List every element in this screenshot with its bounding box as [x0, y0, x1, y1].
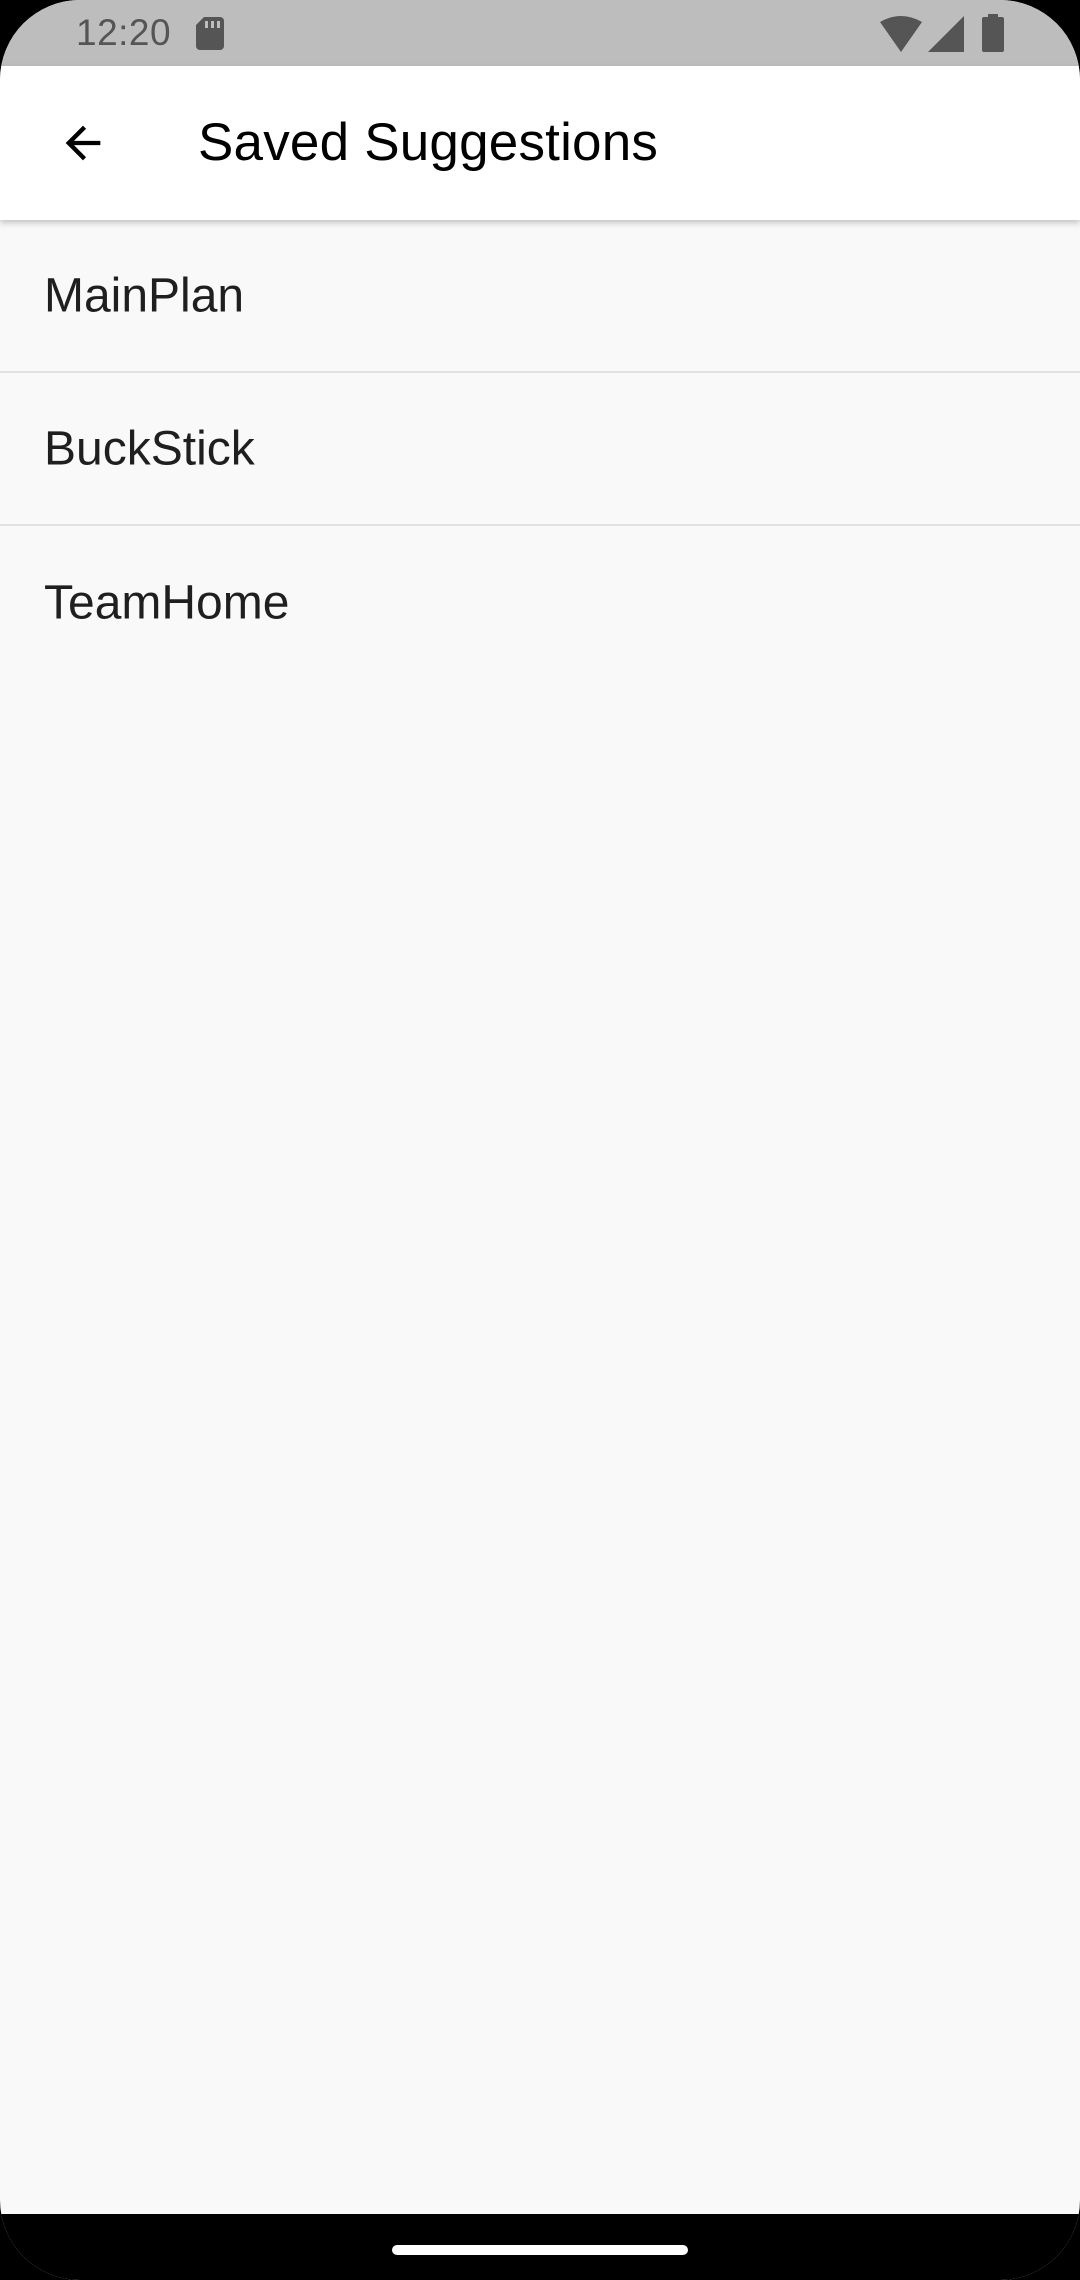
page-title: Saved Suggestions [198, 113, 659, 172]
list-item[interactable]: MainPlan [0, 220, 1080, 373]
saved-suggestions-list: MainPlan BuckStick TeamHome [0, 220, 1080, 679]
wifi-icon [880, 16, 922, 52]
sd-card-icon [196, 17, 224, 50]
list-item-label: MainPlan [44, 269, 245, 322]
status-bar: 12:20 [0, 0, 1080, 66]
back-button[interactable] [36, 96, 130, 190]
battery-icon [982, 14, 1004, 52]
app-bar: Saved Suggestions [0, 66, 1080, 220]
navigation-bar [0, 2214, 1080, 2280]
list-item[interactable]: TeamHome [0, 526, 1080, 679]
list-item-label: TeamHome [44, 576, 290, 629]
cell-signal-icon [928, 16, 964, 52]
status-time: 12:20 [76, 12, 172, 53]
home-gesture-handle[interactable] [392, 2245, 688, 2255]
phone-screen: 12:20 Saved Suggestions MainPlan BuckSti… [0, 0, 1080, 2280]
arrow-back-icon [65, 125, 101, 161]
list-item[interactable]: BuckStick [0, 373, 1080, 526]
list-item-label: BuckStick [44, 422, 255, 475]
